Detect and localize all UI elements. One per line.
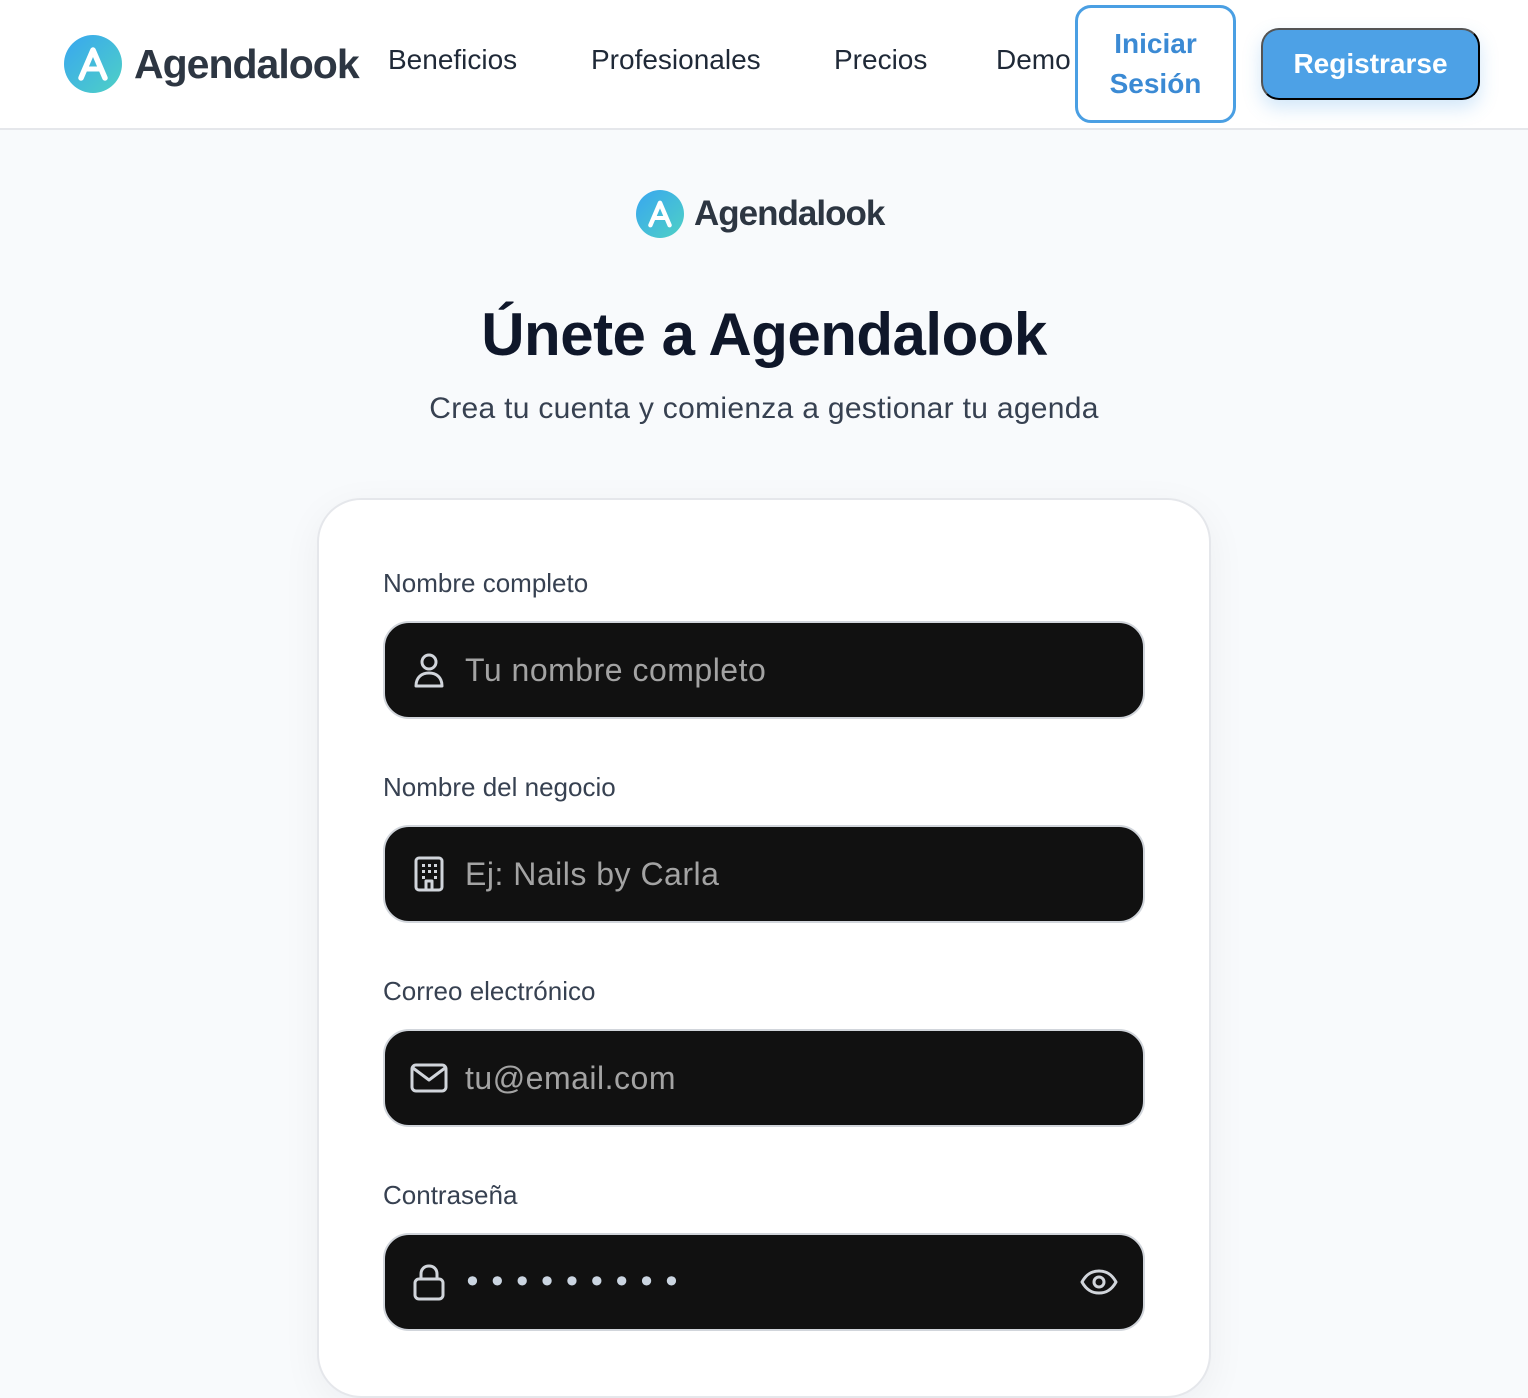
business-name-input[interactable]: [465, 827, 1123, 921]
lock-icon: [407, 1260, 451, 1304]
register-button[interactable]: Registrarse: [1261, 28, 1480, 100]
nav-link-demo[interactable]: Demo: [996, 44, 1071, 76]
hero-brand-name: Agendalook: [694, 194, 885, 233]
eye-icon[interactable]: [1077, 1260, 1121, 1304]
business-name-label: Nombre del negocio: [383, 772, 616, 802]
full-name-field[interactable]: [383, 621, 1145, 719]
logo-icon: [64, 35, 122, 93]
page-title: Únete a Agendalook: [481, 301, 1047, 368]
password-label: Contraseña: [383, 1180, 518, 1210]
email-field[interactable]: [383, 1029, 1145, 1127]
email-input[interactable]: [465, 1031, 1123, 1125]
mail-icon: [407, 1056, 451, 1100]
email-label: Correo electrónico: [383, 976, 596, 1006]
business-name-field[interactable]: [383, 825, 1145, 923]
nav-link-beneficios[interactable]: Beneficios: [388, 44, 517, 76]
hero-brand-logo: Agendalook: [636, 190, 885, 238]
top-navbar: Agendalook Beneficios Profesionales Prec…: [0, 0, 1528, 130]
password-input[interactable]: •••••••••: [463, 1263, 1077, 1301]
password-field[interactable]: •••••••••: [383, 1233, 1145, 1331]
user-icon: [407, 648, 451, 692]
logo-icon: [636, 190, 684, 238]
building-icon: [407, 852, 451, 896]
full-name-input[interactable]: [465, 623, 1123, 717]
nav-link-precios[interactable]: Precios: [834, 44, 927, 76]
login-button[interactable]: Iniciar Sesión: [1075, 5, 1236, 123]
brand-logo[interactable]: Agendalook: [64, 34, 360, 94]
full-name-label: Nombre completo: [383, 568, 589, 598]
nav-link-profesionales[interactable]: Profesionales: [591, 44, 761, 76]
brand-name: Agendalook: [134, 40, 360, 87]
page-subtitle: Crea tu cuenta y comienza a gestionar tu…: [429, 392, 1099, 425]
